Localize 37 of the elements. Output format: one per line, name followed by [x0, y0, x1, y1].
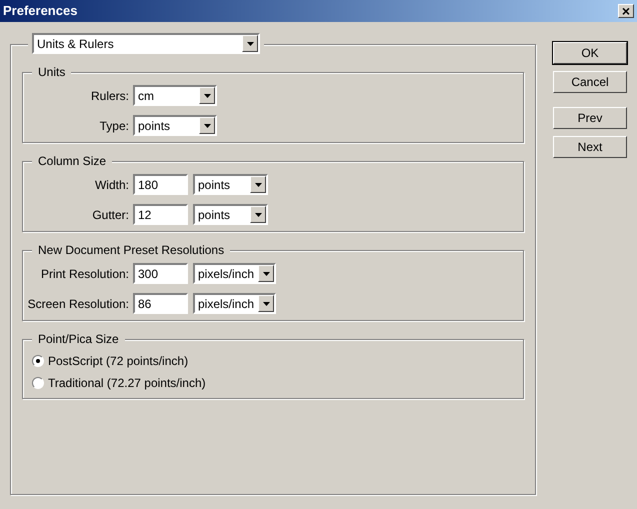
field-label: Print Resolution: — [40, 266, 130, 282]
caret-icon — [258, 295, 274, 312]
input-field[interactable]: 12 — [133, 204, 188, 225]
group-label: Units — [32, 65, 72, 79]
input-field[interactable]: 300 — [133, 263, 188, 284]
caret-icon — [250, 206, 266, 223]
caret-icon — [199, 117, 215, 134]
group-label: Column Size — [32, 154, 112, 168]
radio-button[interactable] — [32, 377, 44, 389]
field-label: Type: — [98, 118, 130, 134]
caret-icon — [199, 87, 215, 104]
dropdown[interactable]: points — [193, 204, 268, 225]
field-label: Width: — [94, 176, 130, 194]
dropdown[interactable]: cm — [133, 85, 217, 106]
group-label: Point/Pica Size — [32, 332, 125, 346]
dialog-button[interactable]: OK — [553, 42, 627, 64]
dropdown[interactable]: pixels/inch — [193, 293, 276, 314]
input-field[interactable]: 86 — [133, 293, 188, 314]
radio-button[interactable] — [32, 355, 44, 367]
caret-icon — [250, 176, 266, 193]
input-field[interactable]: 180 — [133, 174, 188, 195]
dropdown[interactable]: points — [193, 174, 268, 195]
dialog-button[interactable]: Cancel — [553, 71, 627, 93]
caret-icon — [242, 35, 258, 52]
window-title: Preferences — [3, 2, 78, 20]
field-label: Gutter: — [91, 206, 130, 224]
radio-option[interactable]: Traditional (72.27 points/inch) — [23, 374, 523, 392]
group-label: New Document Preset Resolutions — [32, 243, 230, 257]
dialog-button[interactable]: Prev — [553, 107, 627, 129]
radio-option[interactable]: PostScript (72 points/inch) — [23, 352, 523, 370]
field-label: Rulers: — [90, 88, 130, 104]
dropdown[interactable]: pixels/inch — [193, 263, 276, 284]
dialog-button[interactable]: Next — [553, 136, 627, 158]
dropdown[interactable]: points — [133, 115, 217, 136]
caret-icon — [258, 265, 274, 282]
field-label: Screen Resolution: — [26, 296, 130, 312]
close-button[interactable]: × — [618, 4, 634, 18]
